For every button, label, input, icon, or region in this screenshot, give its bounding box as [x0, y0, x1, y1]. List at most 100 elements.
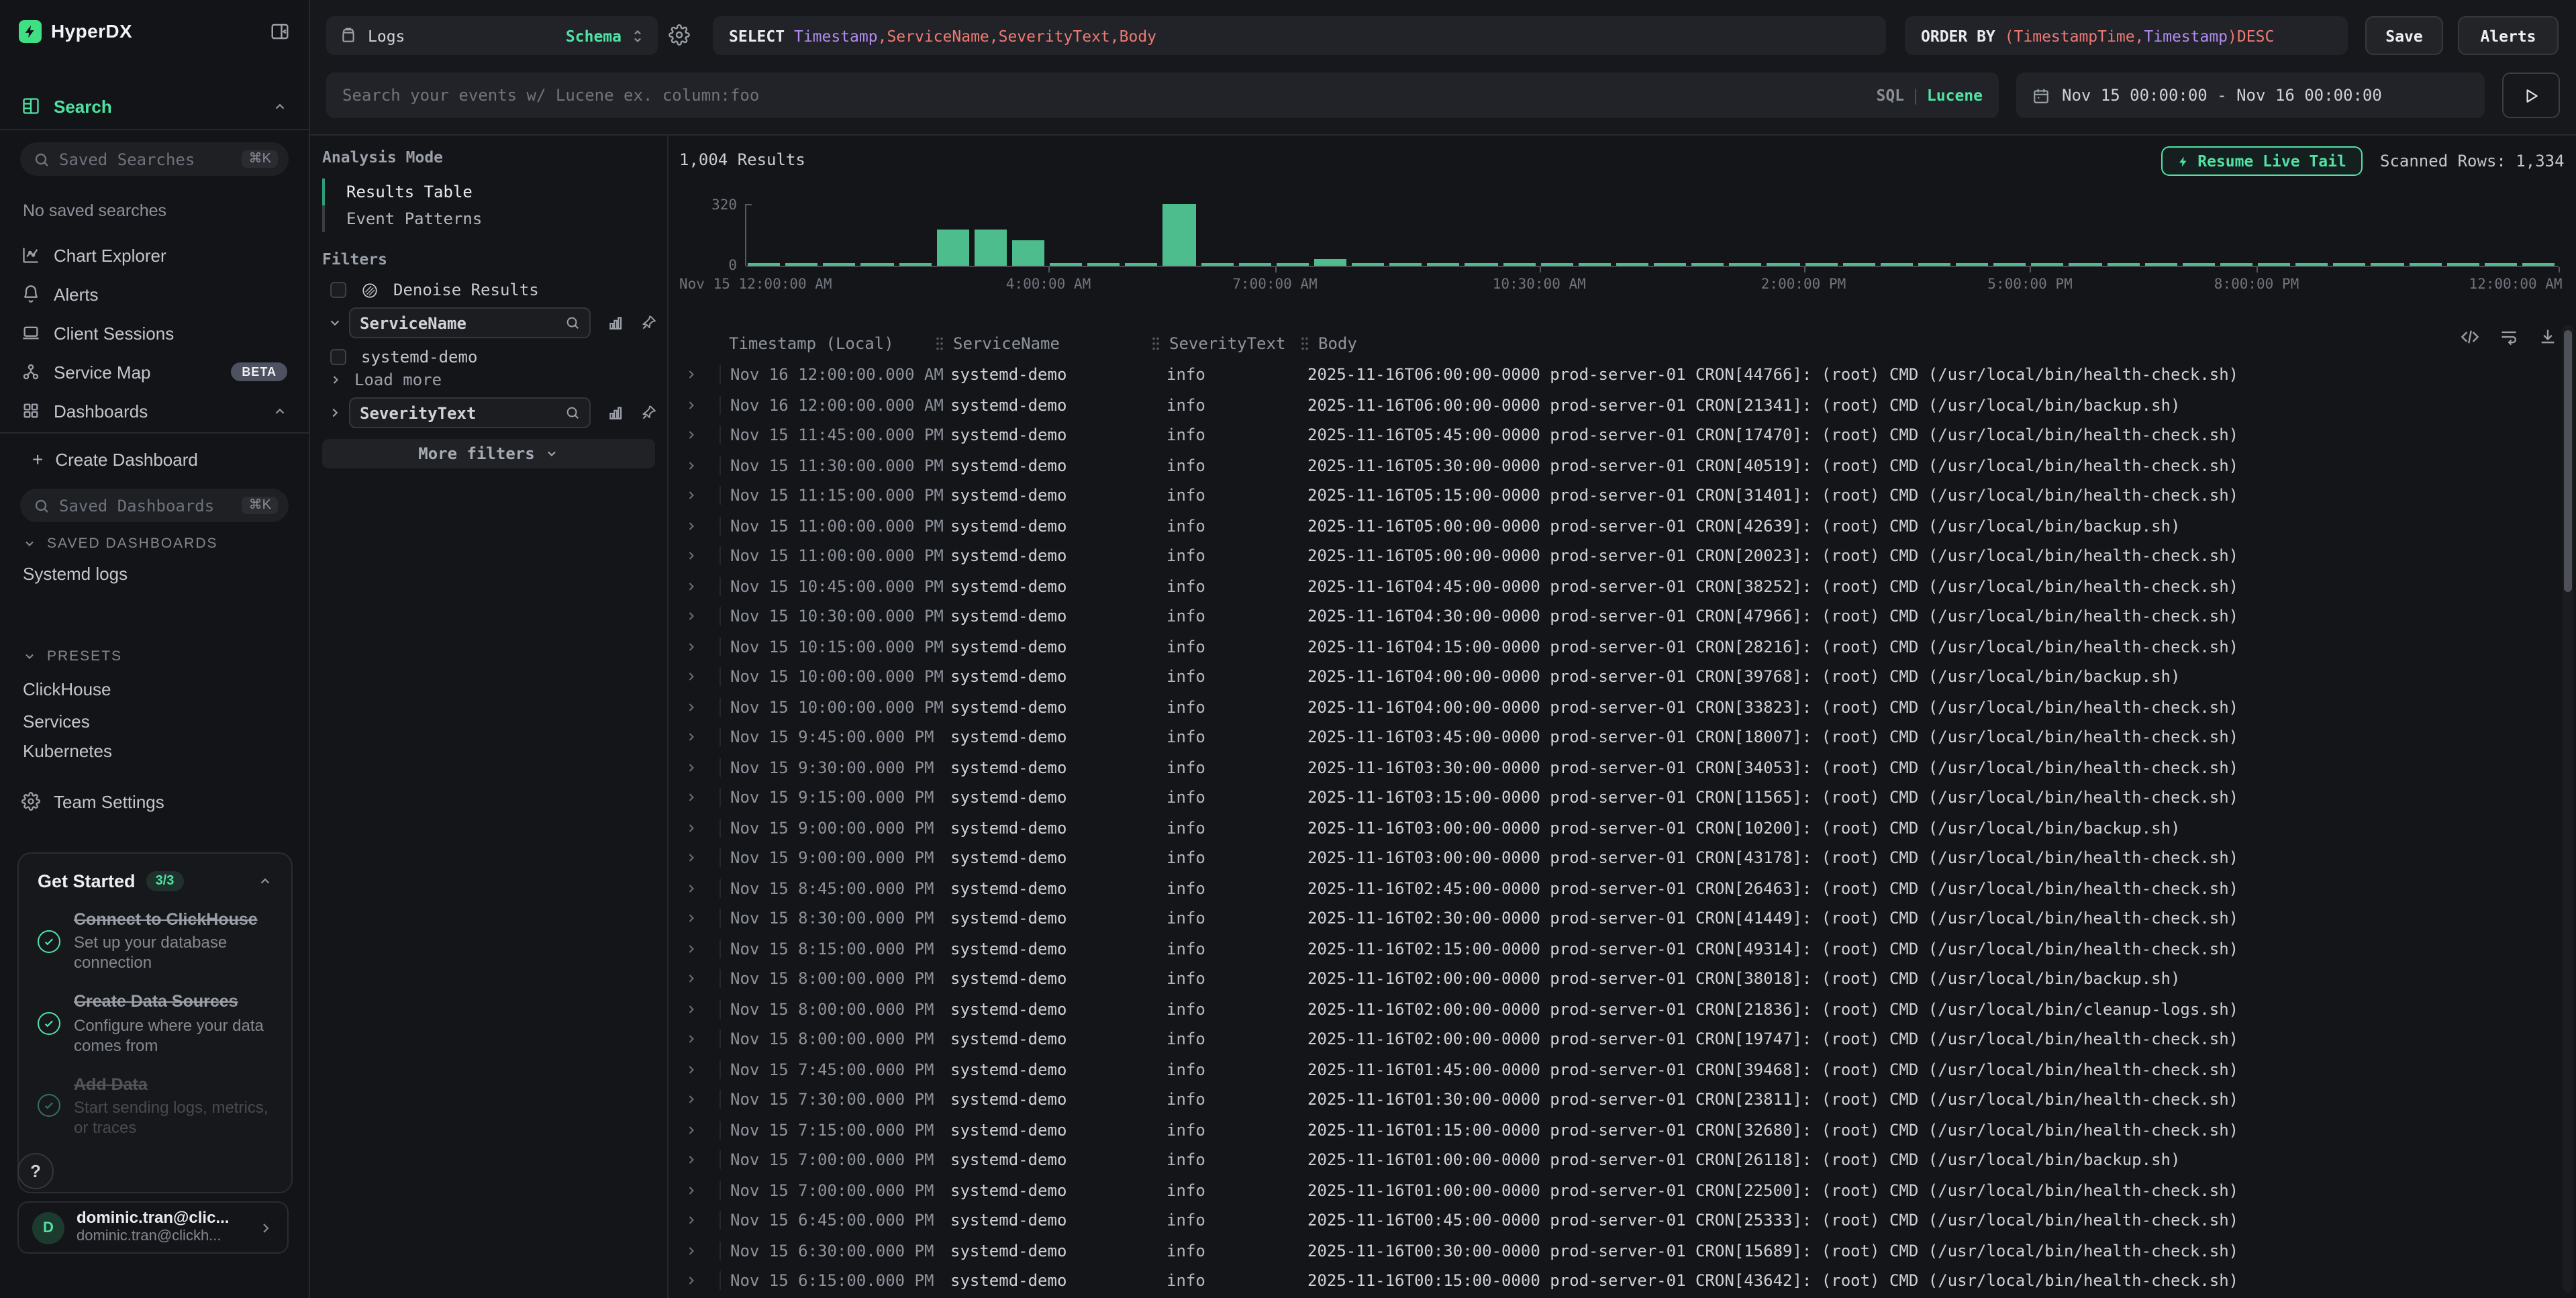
histogram-bar[interactable]	[2220, 262, 2252, 266]
vertical-scrollbar[interactable]	[2563, 325, 2573, 1293]
histogram-bar[interactable]	[1730, 262, 1762, 266]
histogram-bar[interactable]	[2446, 262, 2479, 266]
histogram-bar[interactable]	[1087, 262, 1120, 266]
column-servicename[interactable]: ServiceName	[942, 334, 1157, 353]
search-icon[interactable]	[565, 315, 580, 330]
schema-link[interactable]: Schema	[566, 26, 622, 45]
source-settings-gear-icon[interactable]	[668, 24, 690, 46]
histogram-bar[interactable]	[1465, 262, 1497, 266]
histogram-bar[interactable]	[2334, 262, 2366, 266]
row-expand-icon[interactable]	[679, 1003, 720, 1016]
log-row[interactable]: Nov 16 12:00:00.000 AMsystemd-demoinfo20…	[679, 390, 2564, 420]
scrollbar-thumb[interactable]	[2564, 330, 2572, 592]
chevron-down-icon[interactable]	[328, 315, 342, 330]
log-row[interactable]: Nov 15 6:15:00.000 PMsystemd-demoinfo202…	[679, 1266, 2564, 1296]
sidebar-item-team-settings[interactable]: Team Settings	[0, 784, 309, 819]
mode-results-table[interactable]: Results Table	[322, 179, 651, 205]
log-row[interactable]: Nov 15 11:30:00.000 PMsystemd-demoinfo20…	[679, 450, 2564, 481]
histogram-bar[interactable]	[824, 262, 856, 266]
histogram-bar[interactable]	[1540, 262, 1573, 266]
histogram-bar[interactable]	[2107, 262, 2139, 266]
histogram-bar[interactable]	[1691, 262, 1724, 266]
resume-live-tail-button[interactable]: Resume Live Tail	[2161, 146, 2363, 176]
save-button[interactable]: Save	[2365, 16, 2443, 55]
histogram-bar[interactable]	[1654, 262, 1686, 266]
row-expand-icon[interactable]	[679, 821, 720, 835]
sidebar-item-chart-explorer[interactable]: Chart Explorer	[0, 238, 309, 272]
drag-handle-icon[interactable]	[1150, 336, 1161, 352]
histogram-bar[interactable]	[2032, 262, 2064, 266]
wrap-lines-icon[interactable]	[2499, 328, 2518, 346]
row-expand-icon[interactable]	[679, 761, 720, 775]
sidebar-item-systemd-logs[interactable]: Systemd logs	[0, 558, 309, 589]
histogram-bar[interactable]	[1238, 262, 1271, 266]
sidebar-item-alerts[interactable]: Alerts	[0, 277, 309, 311]
row-expand-icon[interactable]	[679, 399, 720, 412]
histogram-bar[interactable]	[2409, 262, 2441, 266]
histogram-bar[interactable]	[1277, 262, 1309, 266]
row-expand-icon[interactable]	[679, 580, 720, 593]
search-icon[interactable]	[565, 405, 580, 420]
bar-chart-icon[interactable]	[607, 314, 624, 332]
log-row[interactable]: Nov 15 10:00:00.000 PMsystemd-demoinfo20…	[679, 692, 2564, 722]
log-row[interactable]: Nov 15 10:30:00.000 PMsystemd-demoinfo20…	[679, 601, 2564, 632]
log-row[interactable]: Nov 15 9:00:00.000 PMsystemd-demoinfo202…	[679, 813, 2564, 843]
log-row[interactable]: Nov 15 8:00:00.000 PMsystemd-demoinfo202…	[679, 994, 2564, 1024]
log-row[interactable]: Nov 15 8:00:00.000 PMsystemd-demoinfo202…	[679, 1024, 2564, 1054]
row-expand-icon[interactable]	[679, 610, 720, 623]
row-expand-icon[interactable]	[679, 912, 720, 926]
row-expand-icon[interactable]	[679, 1063, 720, 1077]
histogram-bar[interactable]	[861, 262, 893, 266]
saved-dashboards-input[interactable]: Saved Dashboards ⌘K	[20, 489, 289, 522]
saved-searches-input[interactable]: Saved Searches ⌘K	[20, 142, 289, 176]
drag-handle-icon[interactable]	[1299, 336, 1310, 352]
bar-chart-icon[interactable]	[607, 404, 624, 421]
sql-mode-toggle[interactable]: SQL	[1876, 86, 1904, 105]
row-expand-icon[interactable]	[679, 429, 720, 442]
log-row[interactable]: Nov 15 6:45:00.000 PMsystemd-demoinfo202…	[679, 1205, 2564, 1236]
log-row[interactable]: Nov 15 9:30:00.000 PMsystemd-demoinfo202…	[679, 752, 2564, 783]
row-expand-icon[interactable]	[679, 791, 720, 805]
sidebar-item-search[interactable]: Search	[0, 89, 309, 123]
saved-dashboards-section[interactable]: SAVED DASHBOARDS	[0, 536, 309, 552]
lucene-mode-toggle[interactable]: Lucene	[1927, 86, 1983, 105]
log-row[interactable]: Nov 15 11:45:00.000 PMsystemd-demoinfo20…	[679, 420, 2564, 450]
histogram-bar[interactable]	[1314, 259, 1346, 266]
row-expand-icon[interactable]	[679, 1154, 720, 1167]
log-row[interactable]: Nov 15 11:00:00.000 PMsystemd-demoinfo20…	[679, 541, 2564, 571]
histogram-bar[interactable]	[1842, 262, 1875, 266]
checkbox[interactable]	[330, 282, 346, 298]
histogram-bar[interactable]	[1163, 204, 1195, 266]
histogram-bar[interactable]	[2371, 262, 2404, 266]
log-row[interactable]: Nov 15 10:00:00.000 PMsystemd-demoinfo20…	[679, 662, 2564, 692]
sidebar-item-dashboards[interactable]: Dashboards	[0, 393, 309, 428]
log-row[interactable]: Nov 15 7:00:00.000 PMsystemd-demoinfo202…	[679, 1145, 2564, 1175]
get-started-step[interactable]: Connect to ClickHouse Set up your databa…	[38, 909, 273, 974]
log-row[interactable]: Nov 15 11:15:00.000 PMsystemd-demoinfo20…	[679, 481, 2564, 511]
log-row[interactable]: Nov 15 8:45:00.000 PMsystemd-demoinfo202…	[679, 873, 2564, 903]
histogram-bar[interactable]	[1579, 262, 1611, 266]
row-expand-icon[interactable]	[679, 550, 720, 563]
alerts-button[interactable]: Alerts	[2458, 16, 2559, 55]
chevron-up-icon[interactable]	[273, 99, 287, 113]
histogram-bar[interactable]	[1389, 262, 1422, 266]
more-filters-button[interactable]: More filters	[322, 439, 655, 468]
row-expand-icon[interactable]	[679, 640, 720, 654]
log-row[interactable]: Nov 15 7:30:00.000 PMsystemd-demoinfo202…	[679, 1085, 2564, 1115]
get-started-step[interactable]: Create Data Sources Configure where your…	[38, 991, 273, 1056]
download-icon[interactable]	[2538, 328, 2557, 346]
pin-icon[interactable]	[640, 404, 658, 421]
denoise-results-toggle[interactable]: Denoise Results	[330, 281, 539, 299]
row-expand-icon[interactable]	[679, 489, 720, 503]
sidebar-item-client-sessions[interactable]: Client Sessions	[0, 315, 309, 350]
histogram-bar[interactable]	[1428, 262, 1460, 266]
sidebar-item-kubernetes[interactable]: Kubernetes	[0, 736, 309, 766]
column-timestamp[interactable]: Timestamp (Local)	[720, 334, 942, 353]
histogram-bar[interactable]	[899, 262, 931, 266]
row-expand-icon[interactable]	[679, 1275, 720, 1288]
row-expand-icon[interactable]	[679, 1244, 720, 1258]
drag-handle-icon[interactable]	[934, 336, 945, 352]
row-expand-icon[interactable]	[679, 1124, 720, 1137]
histogram-bar[interactable]	[1805, 262, 1837, 266]
row-expand-icon[interactable]	[679, 852, 720, 865]
